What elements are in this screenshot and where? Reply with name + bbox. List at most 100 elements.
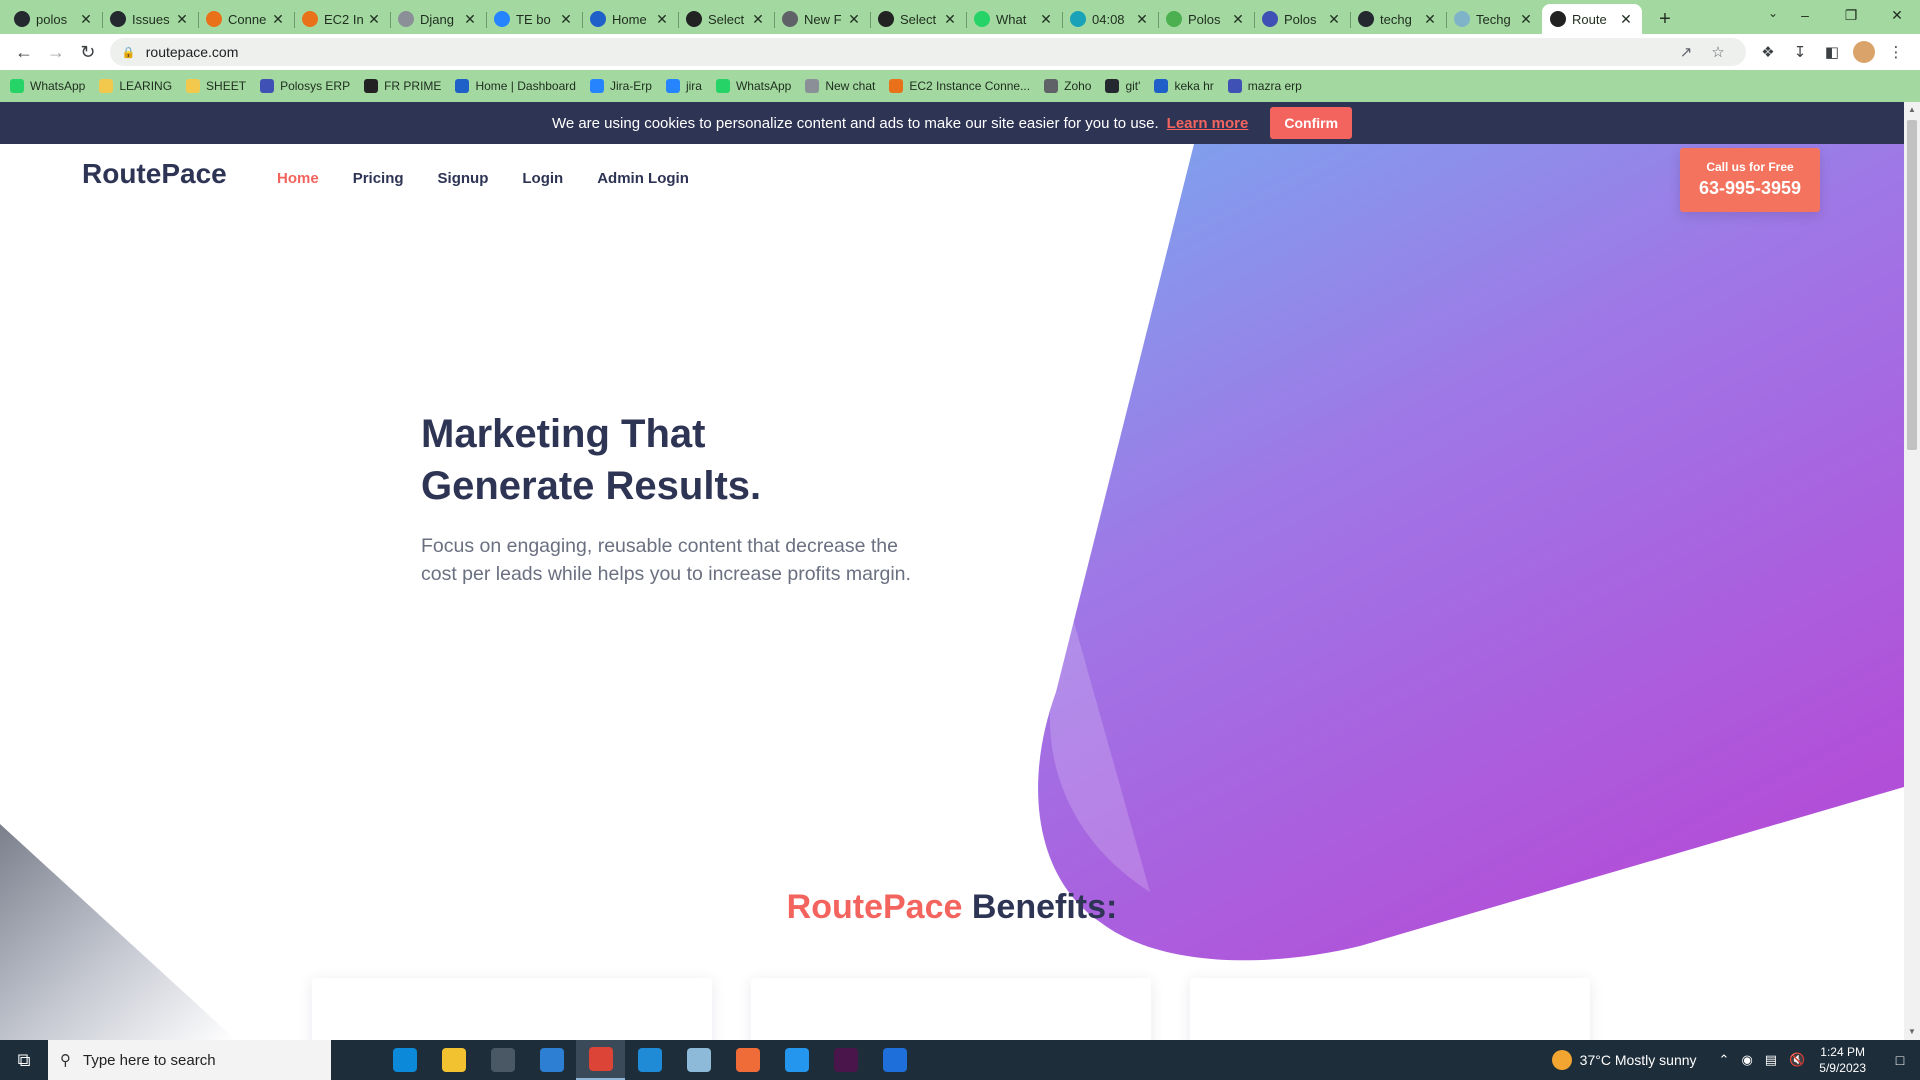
nav-admin-login[interactable]: Admin Login [597,170,689,187]
browser-tab[interactable]: 04:08 ✕ [1062,4,1158,34]
bookmark-item[interactable]: Jira-Erp [589,79,652,93]
brand-logo[interactable]: RoutePace [82,158,227,190]
taskbar-app[interactable] [772,1040,821,1080]
nav-login[interactable]: Login [522,170,563,187]
bookmark-item[interactable]: Zoho [1044,79,1091,93]
taskbar-app[interactable] [527,1040,576,1080]
taskbar-app[interactable] [478,1040,527,1080]
browser-tab[interactable]: What ✕ [966,4,1062,34]
bookmark-item[interactable]: keka hr [1154,79,1214,93]
share-icon[interactable]: ↗ [1670,43,1702,61]
close-tab-icon[interactable]: ✕ [174,11,190,28]
taskbar-app[interactable] [331,1040,380,1080]
taskbar-app[interactable] [674,1040,723,1080]
forward-icon[interactable]: → [40,36,72,68]
close-tab-icon[interactable]: ✕ [750,11,766,28]
new-tab-button[interactable]: + [1650,4,1680,34]
close-tab-icon[interactable]: ✕ [270,11,286,28]
profile-avatar[interactable] [1852,41,1875,63]
page-scrollbar[interactable]: ▲ ▼ [1904,102,1920,1040]
bookmark-item[interactable]: New chat [805,79,875,93]
notification-icon[interactable]: □ [1880,1052,1920,1068]
close-tab-icon[interactable]: ✕ [1134,11,1150,28]
browser-tab[interactable]: TE bo ✕ [486,4,582,34]
close-tab-icon[interactable]: ✕ [558,11,574,28]
confirm-button[interactable]: Confirm [1270,107,1353,139]
taskbar-app[interactable] [870,1040,919,1080]
weather-icon[interactable] [1551,1050,1572,1070]
weather-text[interactable]: 37°C Mostly sunny [1580,1052,1697,1068]
minimize-icon[interactable]: – [1782,0,1828,30]
close-tab-icon[interactable]: ✕ [1230,11,1246,28]
close-tab-icon[interactable]: ✕ [366,11,382,28]
restore-icon[interactable]: ❐ [1828,0,1874,30]
bookmark-item[interactable]: FR PRIME [364,79,441,93]
taskbar-app[interactable] [429,1040,478,1080]
close-tab-icon[interactable]: ✕ [654,11,670,28]
nav-signup[interactable]: Signup [438,170,489,187]
close-tab-icon[interactable]: ✕ [1038,11,1054,28]
taskbar-app[interactable] [723,1040,772,1080]
bookmark-star-icon[interactable]: ☆ [1702,43,1734,61]
browser-tab[interactable]: Select ✕ [678,4,774,34]
taskbar-app[interactable] [576,1040,625,1080]
close-tab-icon[interactable]: ✕ [462,11,478,28]
browser-tab[interactable]: Techg ✕ [1446,4,1542,34]
close-tab-icon[interactable]: ✕ [1518,11,1534,28]
browser-tab[interactable]: EC2 In ✕ [294,4,390,34]
meet-now-icon[interactable]: ◉ [1741,1052,1752,1068]
close-tab-icon[interactable]: ✕ [78,11,94,28]
browser-tab[interactable]: Home ✕ [582,4,678,34]
tab-search-icon[interactable]: ⌄ [1768,6,1778,20]
phone-number[interactable]: 63-995-3959 [1680,178,1820,199]
taskbar-app[interactable] [625,1040,674,1080]
network-icon[interactable]: ▤ [1765,1052,1777,1068]
browser-tab[interactable]: Polos ✕ [1158,4,1254,34]
clock[interactable]: 1:24 PM 5/9/2023 [1819,1044,1866,1076]
bookmark-item[interactable]: jira [665,79,702,93]
side-panel-icon[interactable]: ◧ [1816,36,1848,68]
windows-start-icon[interactable]: ⧉ [0,1040,48,1080]
taskbar-app[interactable] [821,1040,870,1080]
close-tab-icon[interactable]: ✕ [1618,11,1634,28]
scroll-thumb[interactable] [1907,120,1917,450]
taskbar-search-placeholder[interactable]: Type here to search [83,1052,216,1069]
address-url[interactable]: routepace.com [146,44,1670,60]
bookmark-item[interactable]: EC2 Instance Conne... [889,79,1030,93]
bookmark-item[interactable]: LEARING [99,79,172,93]
call-us-box[interactable]: Call us for Free 63-995-3959 [1680,148,1820,212]
bookmark-item[interactable]: mazra erp [1227,79,1302,93]
nav-home[interactable]: Home [277,170,319,187]
menu-dots-icon[interactable]: ⋮ [1880,36,1912,68]
extensions-icon[interactable]: ❖ [1752,36,1784,68]
bookmark-item[interactable]: WhatsApp [10,79,85,93]
bookmark-item[interactable]: Polosys ERP [260,79,350,93]
browser-tab[interactable]: Conne ✕ [198,4,294,34]
browser-tab[interactable]: techg ✕ [1350,4,1446,34]
back-icon[interactable]: ← [8,36,40,68]
nav-pricing[interactable]: Pricing [353,170,404,187]
browser-tab[interactable]: Issues ✕ [102,4,198,34]
taskbar-app[interactable] [380,1040,429,1080]
learn-more-link[interactable]: Learn more [1167,115,1249,132]
tray-chevron-icon[interactable]: ⌃ [1719,1052,1730,1068]
bookmark-item[interactable]: SHEET [186,79,246,93]
scroll-up-icon[interactable]: ▲ [1904,102,1920,118]
browser-tab[interactable]: Route ✕ [1542,4,1642,34]
taskbar-search[interactable]: ⚲ Type here to search [48,1040,331,1080]
address-bar[interactable]: 🔒 routepace.com ↗ ☆ [109,38,1746,66]
volume-muted-icon[interactable]: 🔇 [1789,1052,1805,1068]
close-tab-icon[interactable]: ✕ [1422,11,1438,28]
browser-tab[interactable]: Polos ✕ [1254,4,1350,34]
bookmark-item[interactable]: git' [1105,79,1140,93]
download-icon[interactable]: ↧ [1784,36,1816,68]
lock-icon[interactable]: 🔒 [122,46,136,59]
browser-tab[interactable]: Djang ✕ [390,4,486,34]
browser-tab[interactable]: Select ✕ [870,4,966,34]
close-tab-icon[interactable]: ✕ [942,11,958,28]
bookmark-item[interactable]: Home | Dashboard [455,79,576,93]
close-tab-icon[interactable]: ✕ [1326,11,1342,28]
browser-tab[interactable]: polos ✕ [6,4,102,34]
browser-tab[interactable]: New F ✕ [774,4,870,34]
reload-icon[interactable]: ↻ [72,36,104,68]
